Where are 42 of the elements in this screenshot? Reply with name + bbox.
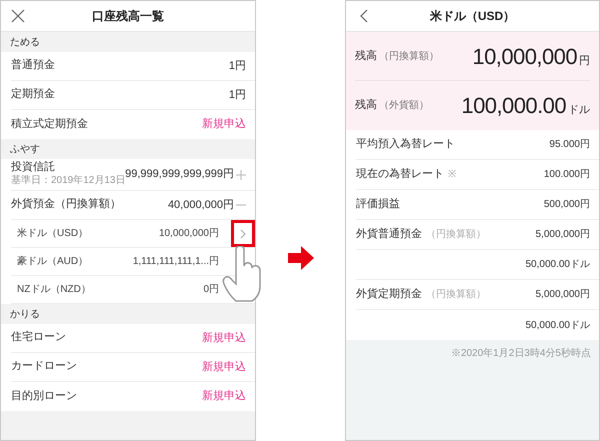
list-row[interactable]: 定期預金 1円 bbox=[11, 81, 255, 110]
section-header: ふやす bbox=[1, 139, 255, 159]
screen-title: 口座残高一覧 bbox=[92, 8, 164, 25]
list-row[interactable]: カードローン 新規申込 bbox=[11, 353, 255, 382]
detail-value: 100.000円 bbox=[544, 168, 590, 182]
detail-value: 500,000円 bbox=[544, 198, 590, 212]
balance-amount: 10,000,000 bbox=[472, 42, 577, 70]
detail-value: 5,000,000円 bbox=[536, 288, 590, 302]
list-row[interactable]: 普通預金 1円 bbox=[11, 52, 255, 81]
detail-label: 現在の為替レート bbox=[356, 167, 444, 182]
balance-label: 残高 bbox=[355, 98, 377, 114]
sub-row[interactable]: 米ドル（USD） 10,000,000円 bbox=[11, 220, 255, 248]
detail-note: （円換算額） bbox=[426, 288, 486, 302]
chevron-right-icon[interactable] bbox=[240, 228, 246, 238]
balance-label: 残高 bbox=[355, 48, 377, 64]
detail-label: 評価損益 bbox=[356, 197, 400, 212]
detail-value: 50,000.00ドル bbox=[526, 318, 590, 332]
detail-note: ※ bbox=[448, 168, 456, 182]
balance-amount: 100,000.00 bbox=[461, 92, 566, 120]
detail-label: 外貨普通預金 bbox=[356, 226, 422, 242]
back-button[interactable] bbox=[360, 9, 368, 23]
list-row[interactable]: 外貨預金（円換算額） 40,000,000円 bbox=[11, 191, 255, 220]
detail-value: 95.000円 bbox=[549, 138, 590, 152]
close-button[interactable] bbox=[11, 9, 25, 23]
screen-title: 米ドル（USD） bbox=[430, 8, 516, 25]
list-row[interactable]: 積立式定期預金 新規申込 bbox=[11, 110, 255, 139]
timestamp-note: ※2020年1月2日3時4分5秒時点 bbox=[450, 346, 591, 361]
detail-value: 5,000,000円 bbox=[536, 228, 590, 242]
currency-unit: ドル bbox=[568, 103, 590, 118]
currency-unit: 円 bbox=[579, 54, 590, 68]
detail-label: 平均預入為替レート bbox=[356, 137, 455, 152]
list-row[interactable]: 目的別ローン 新規申込 bbox=[11, 382, 255, 411]
detail-note: （円換算額） bbox=[426, 228, 486, 242]
section-header: かりる bbox=[1, 304, 255, 324]
detail-label: 外貨定期預金 bbox=[356, 286, 422, 302]
arrow-icon bbox=[288, 246, 314, 270]
balance-note: （外貨額） bbox=[379, 98, 429, 114]
detail-value: 50,000.00ドル bbox=[526, 258, 590, 272]
list-row[interactable]: 住宅ローン 新規申込 bbox=[11, 324, 255, 353]
section-header: ためる bbox=[1, 32, 255, 52]
balance-note: （円換算額） bbox=[379, 50, 439, 64]
expand-icon[interactable] bbox=[236, 170, 246, 180]
